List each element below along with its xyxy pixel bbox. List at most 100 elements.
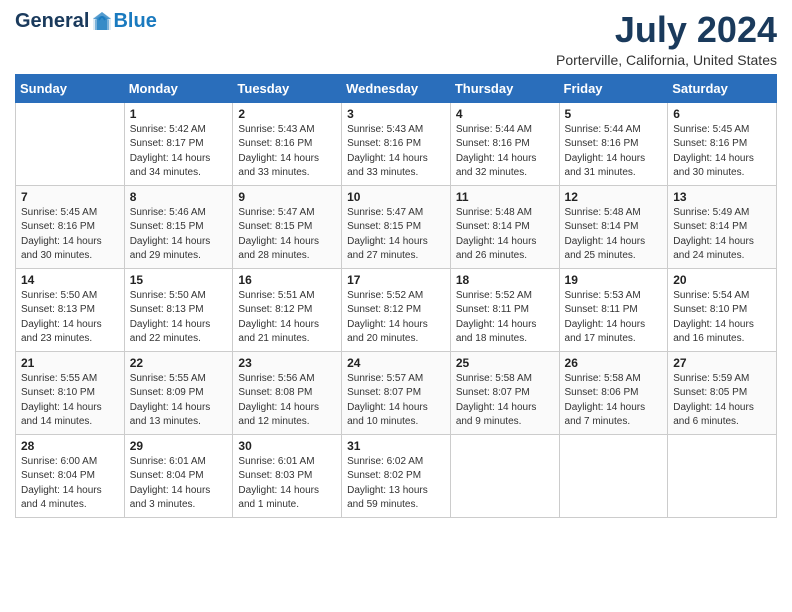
day-number: 24 bbox=[347, 356, 445, 370]
day-number: 4 bbox=[456, 107, 554, 121]
calendar-cell: 2 Sunrise: 5:43 AMSunset: 8:16 PMDaylight… bbox=[233, 102, 342, 185]
calendar-title: July 2024 bbox=[556, 10, 777, 50]
calendar-cell: 10Sunrise: 5:47 AMSunset: 8:15 PMDayligh… bbox=[342, 185, 451, 268]
day-detail: Sunrise: 5:50 AMSunset: 8:13 PMDaylight:… bbox=[21, 289, 119, 347]
day-number: 19 bbox=[565, 273, 663, 287]
calendar-cell: 22 Sunrise: 5:55 AMSunset: 8:09 PMDayligh… bbox=[124, 351, 233, 434]
day-number: 23 bbox=[238, 356, 336, 370]
calendar-cell: 1 Sunrise: 5:42 AMSunset: 8:17 PMDaylight… bbox=[124, 102, 233, 185]
column-header-saturday: Saturday bbox=[668, 74, 777, 102]
calendar-cell: 19 Sunrise: 5:53 AMSunset: 8:11 PMDayligh… bbox=[559, 268, 668, 351]
column-header-friday: Friday bbox=[559, 74, 668, 102]
calendar-cell: 14 Sunrise: 5:50 AMSunset: 8:13 PMDayligh… bbox=[16, 268, 125, 351]
day-detail: Sunrise: 6:01 AMSunset: 8:04 PMDaylight:… bbox=[130, 455, 228, 513]
calendar-cell: 27 Sunrise: 5:59 AMSunset: 8:05 PMDayligh… bbox=[668, 351, 777, 434]
day-number: 3 bbox=[347, 107, 445, 121]
logo-general: General bbox=[15, 11, 89, 31]
day-detail: Sunrise: 5:43 AMSunset: 8:16 PMDaylight:… bbox=[347, 123, 445, 181]
day-detail: Sunrise: 5:47 AMSunset: 8:15 PMDaylight:… bbox=[238, 206, 336, 264]
day-detail: Sunrise: 5:55 AMSunset: 8:10 PMDaylight:… bbox=[21, 372, 119, 430]
day-detail: Sunrise: 5:49 AMSunset: 8:14 PMDaylight:… bbox=[673, 206, 771, 264]
calendar-cell: 9 Sunrise: 5:47 AMSunset: 8:15 PMDaylight… bbox=[233, 185, 342, 268]
day-number: 14 bbox=[21, 273, 119, 287]
calendar-cell: 29 Sunrise: 6:01 AMSunset: 8:04 PMDayligh… bbox=[124, 434, 233, 517]
calendar-cell: 31 Sunrise: 6:02 AMSunset: 8:02 PMDayligh… bbox=[342, 434, 451, 517]
day-detail: Sunrise: 5:59 AMSunset: 8:05 PMDaylight:… bbox=[673, 372, 771, 430]
logo-blue: Blue bbox=[113, 11, 156, 31]
day-detail: Sunrise: 5:56 AMSunset: 8:08 PMDaylight:… bbox=[238, 372, 336, 430]
calendar-cell: 20 Sunrise: 5:54 AMSunset: 8:10 PMDayligh… bbox=[668, 268, 777, 351]
day-detail: Sunrise: 5:50 AMSunset: 8:13 PMDaylight:… bbox=[130, 289, 228, 347]
calendar-week-row: 21 Sunrise: 5:55 AMSunset: 8:10 PMDayligh… bbox=[16, 351, 777, 434]
day-detail: Sunrise: 5:45 AMSunset: 8:16 PMDaylight:… bbox=[21, 206, 119, 264]
day-number: 31 bbox=[347, 439, 445, 453]
day-detail: Sunrise: 5:43 AMSunset: 8:16 PMDaylight:… bbox=[238, 123, 336, 181]
calendar-week-row: 1 Sunrise: 5:42 AMSunset: 8:17 PMDaylight… bbox=[16, 102, 777, 185]
day-number: 9 bbox=[238, 190, 336, 204]
day-detail: Sunrise: 5:57 AMSunset: 8:07 PMDaylight:… bbox=[347, 372, 445, 430]
day-number: 21 bbox=[21, 356, 119, 370]
calendar-table: SundayMondayTuesdayWednesdayThursdayFrid… bbox=[15, 74, 777, 518]
day-number: 8 bbox=[130, 190, 228, 204]
day-detail: Sunrise: 5:47 AMSunset: 8:15 PMDaylight:… bbox=[347, 206, 445, 264]
day-number: 25 bbox=[456, 356, 554, 370]
calendar-cell: 25 Sunrise: 5:58 AMSunset: 8:07 PMDayligh… bbox=[450, 351, 559, 434]
day-number: 13 bbox=[673, 190, 771, 204]
calendar-subtitle: Porterville, California, United States bbox=[556, 52, 777, 68]
day-number: 29 bbox=[130, 439, 228, 453]
day-number: 2 bbox=[238, 107, 336, 121]
calendar-week-row: 7 Sunrise: 5:45 AMSunset: 8:16 PMDaylight… bbox=[16, 185, 777, 268]
day-detail: Sunrise: 5:46 AMSunset: 8:15 PMDaylight:… bbox=[130, 206, 228, 264]
day-number: 30 bbox=[238, 439, 336, 453]
day-detail: Sunrise: 5:58 AMSunset: 8:06 PMDaylight:… bbox=[565, 372, 663, 430]
day-detail: Sunrise: 5:44 AMSunset: 8:16 PMDaylight:… bbox=[456, 123, 554, 181]
day-detail: Sunrise: 5:52 AMSunset: 8:11 PMDaylight:… bbox=[456, 289, 554, 347]
calendar-header-row: SundayMondayTuesdayWednesdayThursdayFrid… bbox=[16, 74, 777, 102]
day-number: 11 bbox=[456, 190, 554, 204]
column-header-tuesday: Tuesday bbox=[233, 74, 342, 102]
logo-area: General Blue bbox=[15, 10, 157, 32]
calendar-cell: 15 Sunrise: 5:50 AMSunset: 8:13 PMDayligh… bbox=[124, 268, 233, 351]
day-detail: Sunrise: 5:51 AMSunset: 8:12 PMDaylight:… bbox=[238, 289, 336, 347]
calendar-cell: 11Sunrise: 5:48 AMSunset: 8:14 PMDayligh… bbox=[450, 185, 559, 268]
calendar-cell: 6Sunrise: 5:45 AMSunset: 8:16 PMDaylight… bbox=[668, 102, 777, 185]
day-detail: Sunrise: 5:54 AMSunset: 8:10 PMDaylight:… bbox=[673, 289, 771, 347]
calendar-cell: 28 Sunrise: 6:00 AMSunset: 8:04 PMDayligh… bbox=[16, 434, 125, 517]
calendar-cell: 4 Sunrise: 5:44 AMSunset: 8:16 PMDaylight… bbox=[450, 102, 559, 185]
day-detail: Sunrise: 5:53 AMSunset: 8:11 PMDaylight:… bbox=[565, 289, 663, 347]
day-number: 28 bbox=[21, 439, 119, 453]
calendar-cell bbox=[16, 102, 125, 185]
day-number: 1 bbox=[130, 107, 228, 121]
day-detail: Sunrise: 6:02 AMSunset: 8:02 PMDaylight:… bbox=[347, 455, 445, 513]
calendar-cell: 5Sunrise: 5:44 AMSunset: 8:16 PMDaylight… bbox=[559, 102, 668, 185]
logo: General Blue bbox=[15, 10, 157, 32]
calendar-cell: 16 Sunrise: 5:51 AMSunset: 8:12 PMDayligh… bbox=[233, 268, 342, 351]
calendar-cell: 13 Sunrise: 5:49 AMSunset: 8:14 PMDayligh… bbox=[668, 185, 777, 268]
calendar-cell: 3 Sunrise: 5:43 AMSunset: 8:16 PMDaylight… bbox=[342, 102, 451, 185]
calendar-cell bbox=[559, 434, 668, 517]
logo-icon bbox=[91, 10, 113, 32]
day-number: 15 bbox=[130, 273, 228, 287]
calendar-cell bbox=[668, 434, 777, 517]
day-number: 27 bbox=[673, 356, 771, 370]
day-detail: Sunrise: 5:48 AMSunset: 8:14 PMDaylight:… bbox=[565, 206, 663, 264]
column-header-sunday: Sunday bbox=[16, 74, 125, 102]
title-area: July 2024 Porterville, California, Unite… bbox=[556, 10, 777, 68]
calendar-cell: 23 Sunrise: 5:56 AMSunset: 8:08 PMDayligh… bbox=[233, 351, 342, 434]
day-number: 17 bbox=[347, 273, 445, 287]
day-detail: Sunrise: 5:52 AMSunset: 8:12 PMDaylight:… bbox=[347, 289, 445, 347]
calendar-cell: 18Sunrise: 5:52 AMSunset: 8:11 PMDayligh… bbox=[450, 268, 559, 351]
day-detail: Sunrise: 5:58 AMSunset: 8:07 PMDaylight:… bbox=[456, 372, 554, 430]
day-detail: Sunrise: 5:42 AMSunset: 8:17 PMDaylight:… bbox=[130, 123, 228, 181]
calendar-week-row: 14 Sunrise: 5:50 AMSunset: 8:13 PMDayligh… bbox=[16, 268, 777, 351]
day-number: 7 bbox=[21, 190, 119, 204]
calendar-cell: 21 Sunrise: 5:55 AMSunset: 8:10 PMDayligh… bbox=[16, 351, 125, 434]
day-detail: Sunrise: 5:55 AMSunset: 8:09 PMDaylight:… bbox=[130, 372, 228, 430]
day-number: 20 bbox=[673, 273, 771, 287]
day-detail: Sunrise: 6:00 AMSunset: 8:04 PMDaylight:… bbox=[21, 455, 119, 513]
calendar-cell bbox=[450, 434, 559, 517]
day-number: 22 bbox=[130, 356, 228, 370]
day-number: 16 bbox=[238, 273, 336, 287]
calendar-cell: 8 Sunrise: 5:46 AMSunset: 8:15 PMDaylight… bbox=[124, 185, 233, 268]
calendar-week-row: 28 Sunrise: 6:00 AMSunset: 8:04 PMDayligh… bbox=[16, 434, 777, 517]
